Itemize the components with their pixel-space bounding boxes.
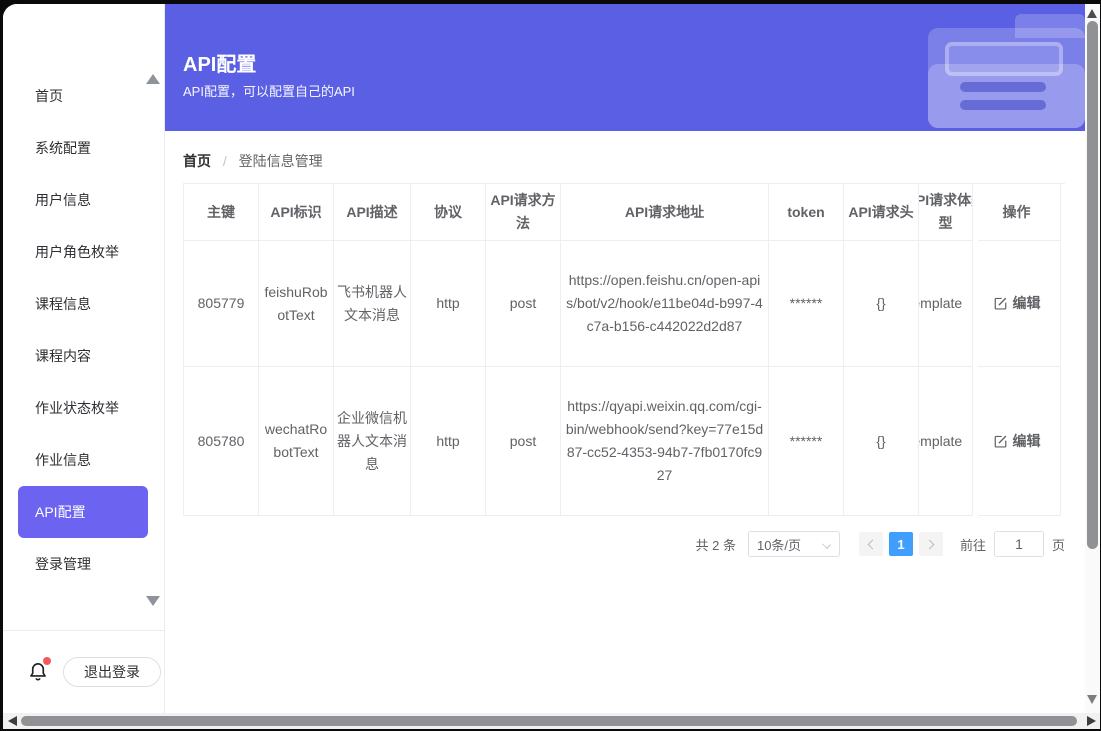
jump-page-input[interactable] — [994, 531, 1044, 557]
column-header: 操作 — [973, 184, 1061, 241]
column-header: API请求地址 — [561, 184, 769, 241]
breadcrumb: 首页 / 登陆信息管理 — [183, 151, 323, 171]
column-header: 主键 — [184, 184, 259, 241]
pagination: 共 2 条 10条/页 1 前往 页 — [183, 531, 1065, 557]
scroll-down-arrow-icon[interactable] — [1087, 695, 1097, 704]
chevron-right-icon — [925, 539, 935, 549]
scroll-left-arrow-icon[interactable] — [8, 716, 17, 726]
vertical-scrollbar[interactable] — [1085, 4, 1100, 713]
breadcrumb-current: 登陆信息管理 — [239, 153, 323, 169]
api-table: 主键API标识API描述协议API请求方法API请求地址tokenAPI请求头A… — [183, 183, 1065, 516]
sidebar-item-api-config[interactable]: API配置 — [18, 486, 148, 538]
cell-token: ****** — [769, 241, 844, 367]
app-window: 首页系统配置用户信息用户角色枚举课程信息课程内容作业状态枚举作业信息API配置登… — [0, 0, 1101, 731]
chevron-left-icon — [868, 539, 878, 549]
edit-label: 编辑 — [1013, 292, 1041, 315]
cell-text: template — [919, 430, 973, 453]
cell-body_type: template — [919, 367, 973, 516]
edit-icon — [993, 434, 1008, 449]
jump-label: 前往 — [960, 535, 986, 554]
edit-label: 编辑 — [1013, 430, 1041, 453]
cell-text: template — [919, 292, 973, 315]
cell-key: wechatRobotText — [259, 367, 334, 516]
page-subtitle: API配置，可以配置自己的API — [183, 81, 355, 100]
sidebar-item-login-management[interactable]: 登录管理 — [3, 538, 164, 590]
column-header: API标识 — [259, 184, 334, 241]
cell-url: https://qyapi.weixin.qq.com/cgi-bin/webh… — [561, 367, 769, 516]
page-size-select[interactable]: 10条/页 — [748, 531, 840, 557]
sidebar-item-course-content[interactable]: 课程内容 — [3, 330, 164, 382]
table-row: 805779feishuRobotText飞书机器人文本消息httppostht… — [184, 241, 1065, 367]
column-header: token — [769, 184, 844, 241]
cell-protocol: http — [411, 241, 486, 367]
cell-actions: 编辑 — [973, 241, 1061, 367]
logout-button[interactable]: 退出登录 — [63, 657, 161, 687]
menu-scroll-down-icon[interactable] — [146, 596, 160, 606]
cell-method: post — [486, 367, 561, 516]
vertical-scrollbar-thumb[interactable] — [1087, 21, 1098, 549]
chevron-down-icon — [822, 540, 831, 549]
breadcrumb-home-link[interactable]: 首页 — [183, 153, 211, 169]
column-header: API请求头 — [844, 184, 919, 241]
cell-headers: {} — [844, 367, 919, 516]
fixed-column-gap — [973, 184, 978, 516]
cell-method: post — [486, 241, 561, 367]
page-number-button[interactable]: 1 — [889, 532, 913, 556]
scroll-up-arrow-icon[interactable] — [1087, 9, 1097, 18]
horizontal-scrollbar-thumb[interactable] — [21, 716, 1077, 726]
pagination-total: 共 2 条 — [696, 535, 736, 554]
cell-token: ****** — [769, 367, 844, 516]
sidebar-footer: 退出登录 — [3, 630, 165, 713]
cell-actions: 编辑 — [973, 367, 1061, 516]
scroll-right-arrow-icon[interactable] — [1087, 716, 1096, 726]
edit-button[interactable]: 编辑 — [993, 430, 1041, 453]
main-content: 首页 / 登陆信息管理 主键API标识API描述协议API请求方法API请求地址… — [165, 131, 1085, 713]
notification-dot — [43, 657, 51, 665]
cell-key: feishuRobotText — [259, 241, 334, 367]
browser-viewport: 首页系统配置用户信息用户角色枚举课程信息课程内容作业状态枚举作业信息API配置登… — [3, 4, 1100, 729]
page-title: API配置 — [183, 48, 256, 77]
horizontal-scrollbar[interactable] — [3, 713, 1100, 729]
notification-bell-icon[interactable] — [27, 660, 49, 684]
sidebar-item-user-role-enum[interactable]: 用户角色枚举 — [3, 226, 164, 278]
column-header: 协议 — [411, 184, 486, 241]
edit-button[interactable]: 编辑 — [993, 292, 1041, 315]
cell-headers: {} — [844, 241, 919, 367]
page-size-value: 10条/页 — [757, 535, 801, 554]
page-banner: API配置 API配置，可以配置自己的API — [165, 4, 1085, 131]
column-header-text: API请求体类型 — [919, 189, 973, 235]
sidebar-item-home[interactable]: 首页 — [3, 70, 164, 122]
sidebar-item-homework-info[interactable]: 作业信息 — [3, 434, 164, 486]
column-header: API描述 — [334, 184, 411, 241]
jump-unit: 页 — [1052, 535, 1065, 554]
cell-description: 飞书机器人文本消息 — [334, 241, 411, 367]
column-header: API请求体类型 — [919, 184, 973, 241]
sidebar-item-course-info[interactable]: 课程信息 — [3, 278, 164, 330]
sidebar-item-homework-status-enum[interactable]: 作业状态枚举 — [3, 382, 164, 434]
next-page-button[interactable] — [919, 532, 943, 556]
cell-url: https://open.feishu.cn/open-apis/bot/v2/… — [561, 241, 769, 367]
cell-id: 805780 — [184, 367, 259, 516]
folder-illustration-icon — [928, 4, 1085, 131]
cell-body_type: template — [919, 241, 973, 367]
cell-description: 企业微信机器人文本消息 — [334, 367, 411, 516]
table-header-row: 主键API标识API描述协议API请求方法API请求地址tokenAPI请求头A… — [184, 184, 1065, 241]
edit-icon — [993, 296, 1008, 311]
sidebar-item-user-info[interactable]: 用户信息 — [3, 174, 164, 226]
cell-id: 805779 — [184, 241, 259, 367]
cell-protocol: http — [411, 367, 486, 516]
breadcrumb-separator: / — [223, 153, 227, 169]
column-header: API请求方法 — [486, 184, 561, 241]
sidebar-menu: 首页系统配置用户信息用户角色枚举课程信息课程内容作业状态枚举作业信息API配置登… — [3, 70, 164, 590]
prev-page-button[interactable] — [859, 532, 883, 556]
table-row: 805780wechatRobotText企业微信机器人文本消息httppost… — [184, 367, 1065, 516]
sidebar-item-system-config[interactable]: 系统配置 — [3, 122, 164, 174]
sidebar: 首页系统配置用户信息用户角色枚举课程信息课程内容作业状态枚举作业信息API配置登… — [3, 4, 165, 713]
